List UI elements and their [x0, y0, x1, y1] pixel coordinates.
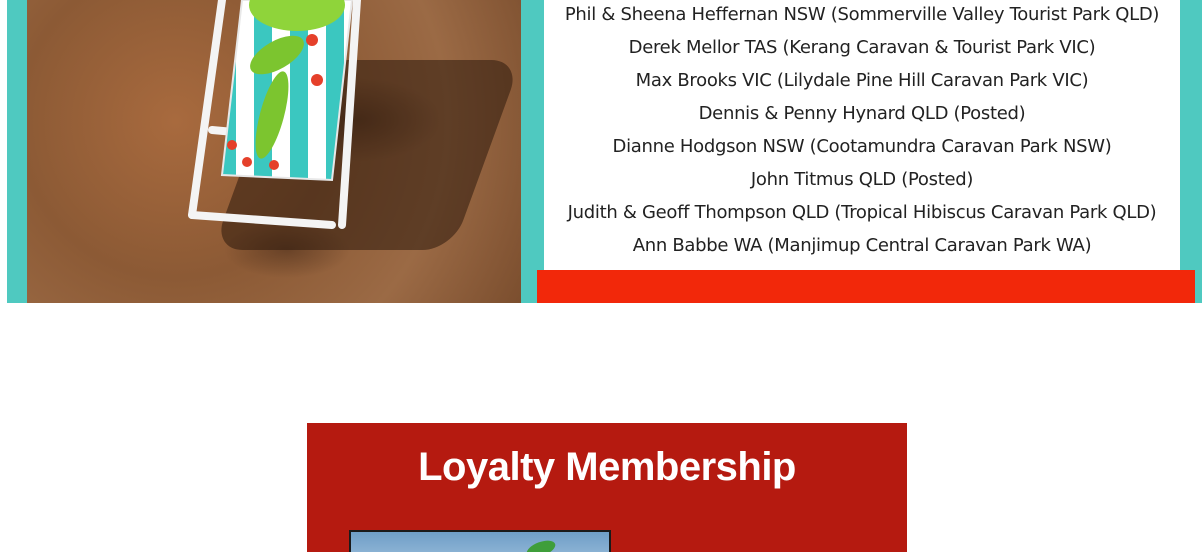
- loyalty-title: Loyalty Membership: [418, 445, 796, 489]
- promo-banner: Phil & Sheena Heffernan NSW (Sommerville…: [7, 0, 1202, 303]
- leaf-shape: [524, 537, 558, 552]
- winner-line: Derek Mellor TAS (Kerang Caravan & Touri…: [628, 37, 1096, 58]
- loyalty-membership-card[interactable]: Loyalty Membership: [307, 423, 907, 552]
- winner-line: Dennis & Penny Hynard QLD (Posted): [698, 103, 1026, 124]
- frog-deckchair-image: [27, 0, 522, 303]
- winner-line: John Titmus QLD (Posted): [750, 169, 974, 190]
- loyalty-image[interactable]: [349, 530, 611, 552]
- winner-line: Dianne Hodgson NSW (Cootamundra Caravan …: [612, 136, 1112, 157]
- winner-line: Judith & Geoff Thompson QLD (Tropical Hi…: [567, 202, 1157, 223]
- winner-line: Max Brooks VIC (Lilydale Pine Hill Carav…: [635, 70, 1089, 91]
- deckchair-illustration: [188, 0, 361, 229]
- winners-list: Phil & Sheena Heffernan NSW (Sommerville…: [544, 0, 1180, 270]
- winner-line: Ann Babbe WA (Manjimup Central Caravan P…: [632, 235, 1092, 256]
- banner-red-strip: [537, 270, 1195, 303]
- winner-line: Phil & Sheena Heffernan NSW (Sommerville…: [564, 4, 1160, 25]
